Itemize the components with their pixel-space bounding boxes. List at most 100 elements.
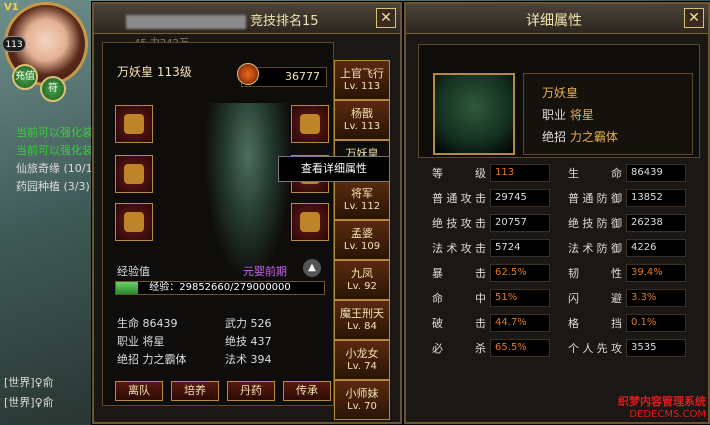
skill-row: 绝招 力之霸体 [542,128,618,145]
quest-item[interactable]: 当前可以强化装 [16,124,93,140]
chat-text: ♀俞 [34,376,54,389]
roster-item[interactable]: 上官飞行 Lv. 113 [334,60,390,100]
attribute-label: 普通防御 [568,192,622,205]
blurred-player-name [126,14,246,29]
stat-label: 职业 [117,335,139,348]
attribute-label: 生命 [568,167,622,180]
attribute-label: 必杀 [432,342,486,355]
skill-label: 绝招 [542,130,567,144]
hero-name: 万妖皇 [542,86,579,100]
attribute-value: 86439 [626,164,686,182]
site-watermark: 织梦内容管理系统 DEDECMS.COM [618,393,706,420]
watermark-line-2: DEDECMS.COM [629,409,706,420]
skill-value: 力之霸体 [569,130,618,144]
character-name: 万妖皇 113级 [117,65,192,79]
attribute-value: 3.3% [626,289,686,307]
roster-level: Lv. 74 [347,361,377,372]
roster-level: Lv. 92 [347,281,377,292]
attribute-label: 普通攻击 [432,192,486,205]
attribute-value: 20757 [490,214,550,232]
stat-label: 绝招 [117,353,139,366]
character-panel: 万妖皇 113级 36777 经验值 元婴前期 ▲ 经验：29852660/27… [102,42,334,406]
stat-value: 526 [250,317,272,330]
roster-level: Lv. 84 [347,321,377,332]
attribute-label: 个人先攻 [568,342,622,355]
roster-level: Lv. 112 [343,201,381,212]
chat-line[interactable]: [世界]♀俞 [4,374,54,390]
attribute-row: 法术攻击 5724 法术防御 4226 [418,239,700,263]
recharge-button[interactable]: 充值 [12,64,38,90]
attribute-label: 韧性 [568,267,622,280]
exp-text: 经验：29852660/279000000 [149,282,291,293]
inherit-button[interactable]: 传承 [283,381,331,401]
elixir-button[interactable]: 丹药 [227,381,275,401]
attribute-value: 13852 [626,189,686,207]
attribute-label: 破击 [432,317,486,330]
equip-slot-helmet[interactable] [291,105,329,143]
attribute-value: 0.1% [626,314,686,332]
attribute-label: 法术攻击 [432,242,486,255]
attribute-value: 65.5% [490,339,550,357]
stat-label: 法术 [225,353,247,366]
stat-value: 力之霸体 [142,353,187,366]
detail-tooltip: 查看详细属性 [278,156,390,182]
equip-slot-boots[interactable] [291,203,329,241]
attribute-value: 3535 [626,339,686,357]
attribute-row: 绝技攻击 20757 绝技防御 26238 [418,214,700,238]
equip-slot-dragon[interactable] [115,105,153,143]
chat-line[interactable]: [世界]♀俞 [4,394,54,410]
summary-stat: 职业 将星 [117,333,165,349]
stat-label: 武力 [225,317,247,330]
job-label: 职业 [542,108,567,122]
roster-name: 小师妹 [345,387,379,400]
quest-item[interactable]: 药园种植 (3/3) [16,178,90,194]
character-window-titlebar[interactable]: 竞技排名15 ✕ [94,4,400,34]
roster-name: 九凤 [351,267,373,280]
train-button[interactable]: 培养 [171,381,219,401]
attribute-row: 必杀 65.5% 个人先攻 3535 [418,339,700,363]
roster-level: Lv. 113 [343,81,381,92]
roster-item[interactable]: 小师妹 Lv. 70 [334,380,390,420]
dismiss-button[interactable]: 离队 [115,381,163,401]
rune-button[interactable]: 符 [40,76,66,102]
watermark-line-1: 织梦内容管理系统 [618,395,706,408]
stat-value: 394 [250,353,272,366]
rank-title: 竞技排名15 [250,14,319,29]
action-bar: 离队 培养 丹药 传承 [115,381,335,403]
roster-item[interactable]: 将军 Lv. 112 [334,180,390,220]
summary-stat: 绝技 437 [225,333,272,349]
combat-power-icon [237,63,259,85]
roster-item[interactable]: 孟婆 Lv. 109 [334,220,390,260]
attribute-label: 绝技防御 [568,217,622,230]
roster-item[interactable]: 魔王刑天 Lv. 84 [334,300,390,340]
character-model [207,103,289,273]
player-hud: V1 113 充值 符 [0,0,92,102]
upgrade-arrow-icon[interactable]: ▲ [303,259,321,277]
roster-name: 魔王刑天 [340,307,384,320]
player-rank: 竞技排名15 [126,10,319,29]
roster-item[interactable]: 杨戬 Lv. 113 [334,100,390,140]
detail-window-title: 详细属性 [526,13,582,29]
hero-portrait [433,73,515,155]
roster-item[interactable]: 九凤 Lv. 92 [334,260,390,300]
roster-name: 小龙女 [345,347,379,360]
detail-window-titlebar[interactable]: 详细属性 ✕ [406,4,708,34]
roster-name: 孟婆 [351,227,373,240]
attribute-value: 51% [490,289,550,307]
job-value: 将星 [569,108,594,122]
equip-slot-sword[interactable] [115,155,153,193]
roster-item[interactable]: 小龙女 Lv. 74 [334,340,390,380]
close-icon[interactable]: ✕ [684,8,704,28]
attribute-label: 法术防御 [568,242,622,255]
exp-bar: 经验：29852660/279000000 [115,281,325,295]
quest-item[interactable]: 仙旅奇缘 (10/1 [16,160,93,176]
quest-item[interactable]: 当前可以强化装 [16,142,93,158]
attribute-label: 绝技攻击 [432,217,486,230]
attribute-row: 普通攻击 29745 普通防御 13852 [418,189,700,213]
roster-name: 杨戬 [351,107,373,120]
attribute-row: 命中 51% 闪避 3.3% [418,289,700,313]
attribute-value: 62.5% [490,264,550,282]
close-icon[interactable]: ✕ [376,8,396,28]
equip-slot-ring[interactable] [115,203,153,241]
summary-stats: 生命 86439 武力 526 职业 将星 绝技 437 绝招 力之霸体 法术 394 [117,315,327,369]
